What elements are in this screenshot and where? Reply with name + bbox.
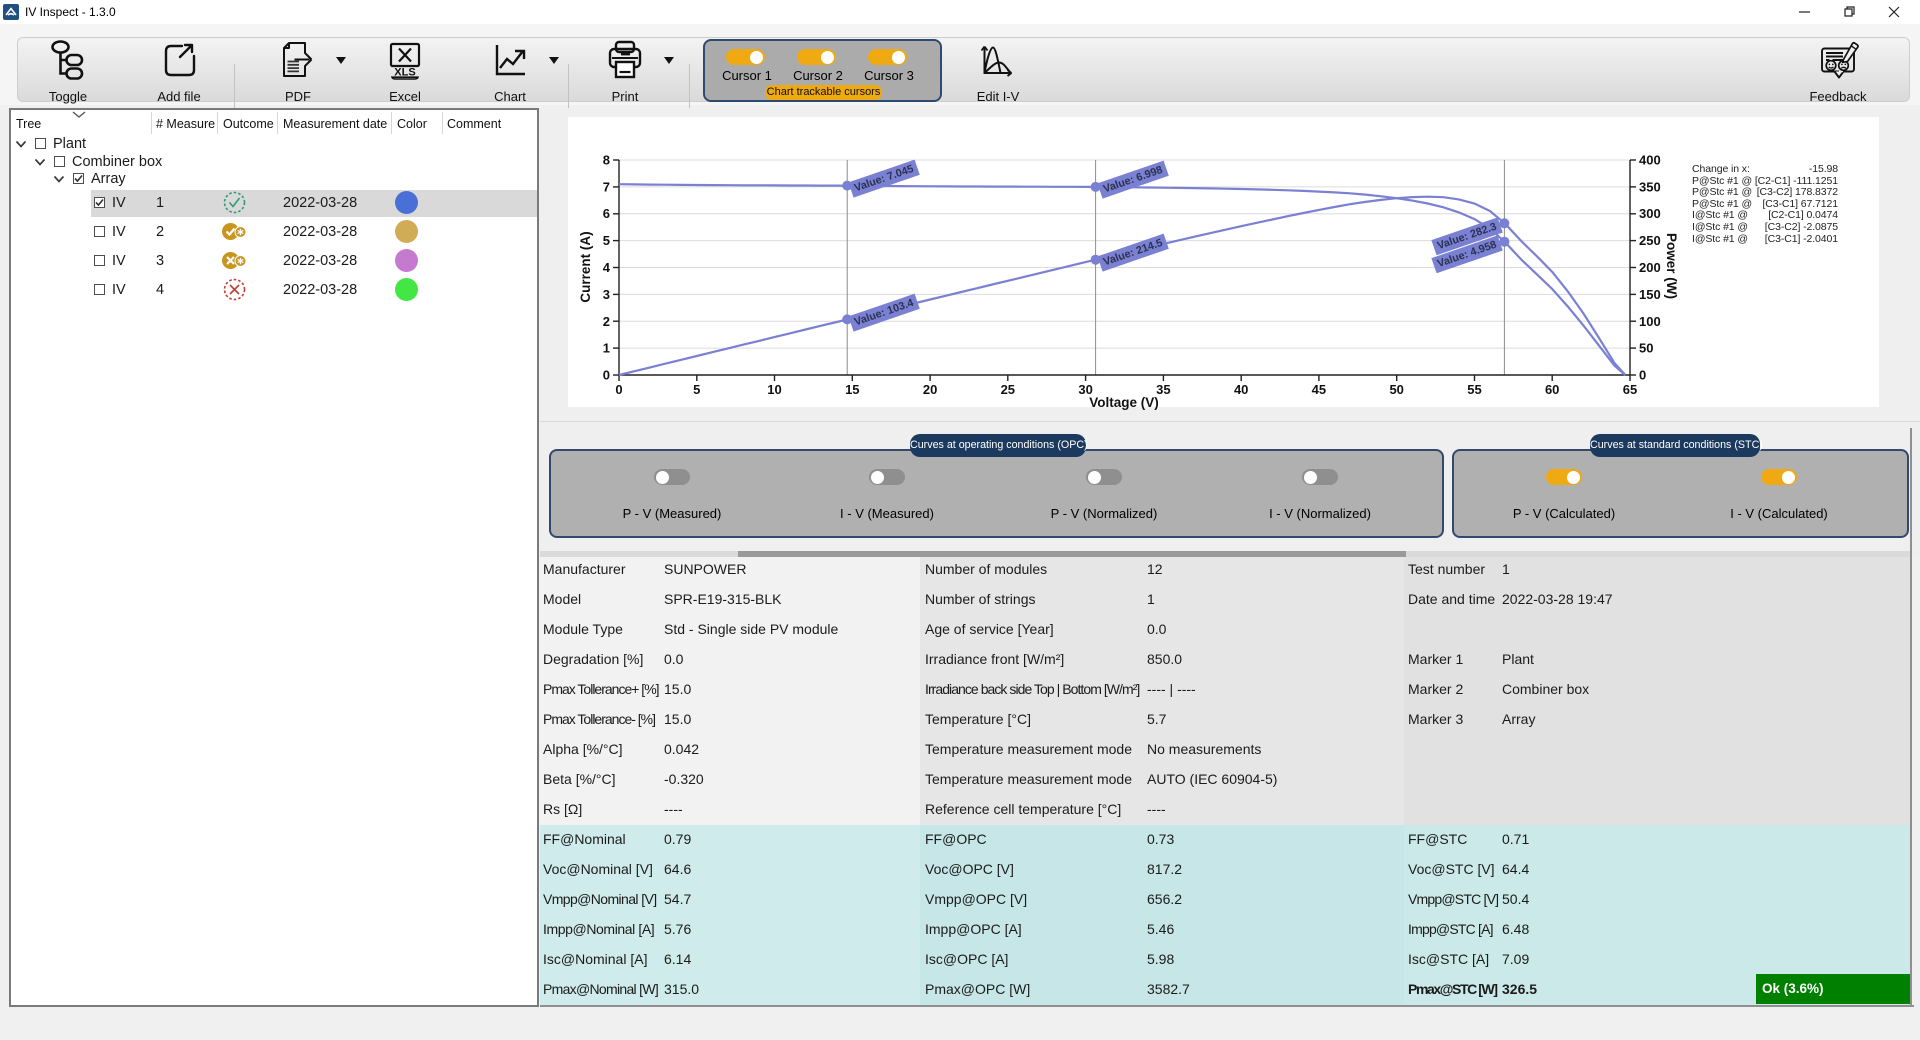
svg-text:7: 7 — [603, 179, 610, 194]
svg-text:400: 400 — [1639, 153, 1661, 168]
svg-text:45: 45 — [1312, 382, 1326, 397]
svg-text:2: 2 — [603, 314, 610, 329]
svg-text:65: 65 — [1623, 382, 1637, 397]
svg-text:0: 0 — [603, 368, 610, 383]
svg-text:Voltage (V): Voltage (V) — [1089, 395, 1159, 410]
svg-text:150: 150 — [1639, 287, 1661, 302]
svg-text:5: 5 — [693, 382, 700, 397]
svg-text:50: 50 — [1389, 382, 1403, 397]
svg-text:Current (A): Current (A) — [578, 231, 593, 302]
svg-text:300: 300 — [1639, 206, 1661, 221]
svg-text:50: 50 — [1639, 341, 1653, 356]
svg-text:15: 15 — [845, 382, 859, 397]
svg-text:20: 20 — [923, 382, 937, 397]
svg-text:100: 100 — [1639, 314, 1661, 329]
svg-text:10: 10 — [767, 382, 781, 397]
svg-text:25: 25 — [1001, 382, 1015, 397]
svg-text:3: 3 — [603, 287, 610, 302]
svg-text:8: 8 — [603, 153, 610, 168]
svg-text:200: 200 — [1639, 260, 1661, 275]
svg-text:40: 40 — [1234, 382, 1248, 397]
svg-text:XLS: XLS — [394, 67, 415, 79]
svg-text:0: 0 — [615, 382, 622, 397]
svg-text:6: 6 — [603, 206, 610, 221]
svg-text:0: 0 — [1639, 368, 1646, 383]
svg-text:5: 5 — [603, 233, 610, 248]
svg-text:60: 60 — [1545, 382, 1559, 397]
svg-text:55: 55 — [1467, 382, 1481, 397]
svg-text:350: 350 — [1639, 179, 1661, 194]
svg-text:1: 1 — [603, 341, 610, 356]
svg-text:250: 250 — [1639, 233, 1661, 248]
svg-text:4: 4 — [603, 260, 611, 275]
svg-text:Power (W): Power (W) — [1664, 233, 1679, 299]
